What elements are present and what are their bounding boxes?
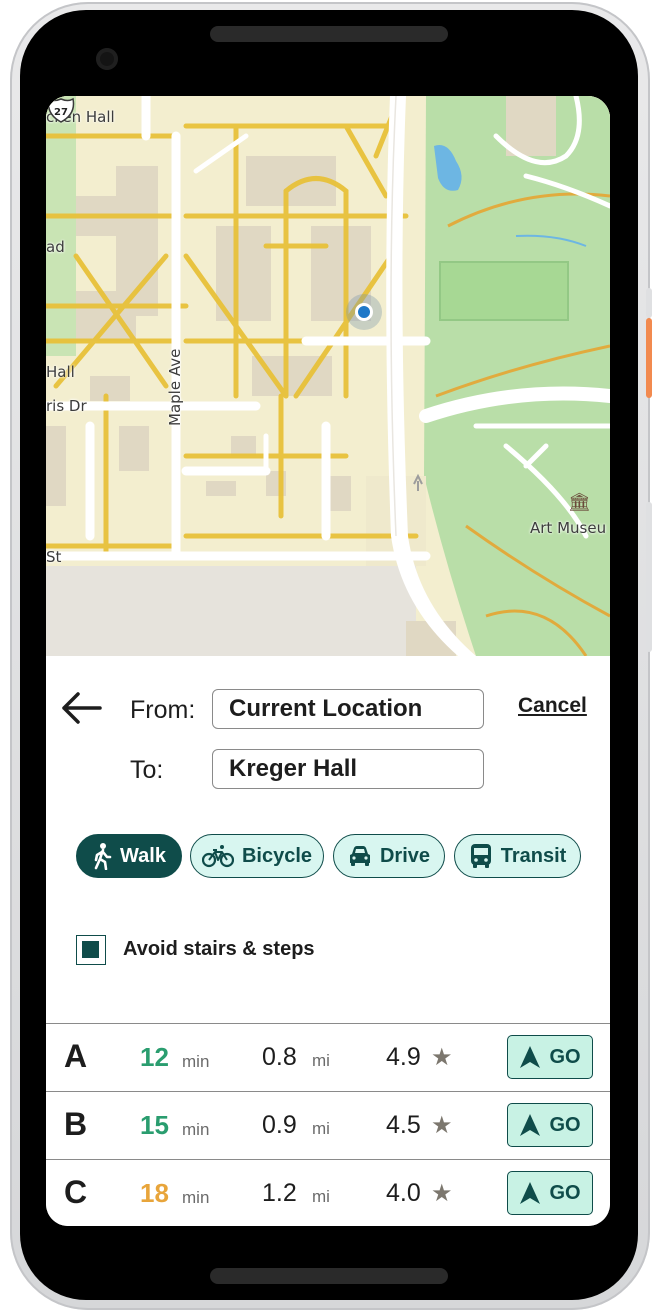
navigation-arrow-icon xyxy=(520,1114,541,1136)
map-label-road: ad xyxy=(46,238,65,256)
route-distance: 0.9 xyxy=(262,1111,297,1139)
go-label: GO xyxy=(549,1181,581,1204)
route-minutes-unit: min xyxy=(182,1052,210,1071)
map-label-maple-ave: Maple Ave xyxy=(166,348,184,426)
route-distance-unit: mi xyxy=(312,1051,330,1070)
route-row-b[interactable]: B 15 min 0.9 mi 4.5 ★ GO xyxy=(46,1091,610,1159)
bottom-speaker xyxy=(210,1268,448,1284)
star-icon: ★ xyxy=(431,1180,453,1207)
go-button-a[interactable]: GO xyxy=(507,1035,593,1079)
cancel-link[interactable]: Cancel xyxy=(518,694,587,718)
map-label-art-museum: Art Museu xyxy=(530,519,607,537)
earpiece-speaker xyxy=(210,26,448,42)
walk-icon xyxy=(94,843,112,870)
mode-drive-button[interactable]: Drive xyxy=(333,834,445,878)
avoid-stairs-label: Avoid stairs & steps xyxy=(123,938,315,960)
route-list: A 12 min 0.8 mi 4.9 ★ GO B 15 min 0.9 mi… xyxy=(46,1023,610,1226)
mode-walk-label: Walk xyxy=(120,844,166,867)
route-row-a[interactable]: A 12 min 0.8 mi 4.9 ★ GO xyxy=(46,1023,610,1091)
mode-drive-label: Drive xyxy=(379,844,431,867)
map-view[interactable]: cken Hall ad Hall ris Dr Maple Ave St Ar… xyxy=(46,96,610,656)
us-highway-shield-icon: 27 xyxy=(47,97,75,123)
back-button[interactable] xyxy=(58,686,104,730)
route-rating: 4.0 xyxy=(386,1179,421,1207)
car-icon xyxy=(349,846,370,866)
route-distance: 1.2 xyxy=(262,1179,297,1207)
mode-transit-button[interactable]: Transit xyxy=(454,834,581,878)
route-letter: B xyxy=(64,1106,88,1142)
go-button-c[interactable]: GO xyxy=(507,1171,593,1215)
side-button xyxy=(646,288,652,318)
back-arrow-icon xyxy=(62,692,102,724)
route-distance-unit: mi xyxy=(312,1119,330,1138)
bus-icon xyxy=(470,844,491,868)
route-minutes: 12 xyxy=(140,1042,169,1072)
go-label: GO xyxy=(549,1045,581,1068)
avoid-stairs-checkbox[interactable] xyxy=(76,935,106,965)
power-button xyxy=(646,318,652,398)
bicycle-icon xyxy=(201,845,234,868)
map-label-street-left: ris Dr xyxy=(46,397,87,415)
route-distance: 0.8 xyxy=(262,1043,297,1071)
to-field[interactable]: Kreger Hall xyxy=(212,749,484,789)
route-letter: A xyxy=(64,1038,88,1074)
map-canvas xyxy=(46,96,610,656)
go-label: GO xyxy=(549,1113,581,1136)
museum-icon[interactable]: 🏛 xyxy=(568,492,591,513)
star-icon: ★ xyxy=(431,1044,453,1071)
current-location-icon xyxy=(346,294,382,330)
from-label: From: xyxy=(130,696,196,724)
route-rating: 4.5 xyxy=(386,1111,421,1139)
mode-walk-button[interactable]: Walk xyxy=(76,834,182,878)
from-field[interactable]: Current Location xyxy=(212,689,484,729)
route-rating: 4.9 xyxy=(386,1043,421,1071)
route-distance-unit: mi xyxy=(312,1187,330,1206)
navigation-arrow-icon xyxy=(520,1046,541,1068)
to-label: To: xyxy=(130,756,164,784)
directions-panel: From: Current Location To: Kreger Hall C… xyxy=(46,656,610,1226)
screen: cken Hall ad Hall ris Dr Maple Ave St Ar… xyxy=(46,96,610,1226)
route-minutes: 15 xyxy=(140,1110,169,1140)
route-letter: C xyxy=(64,1174,88,1210)
front-camera xyxy=(96,48,118,70)
map-label-street-bottom: St xyxy=(46,548,62,566)
map-label-hall-left: Hall xyxy=(46,363,75,381)
navigation-arrow-icon xyxy=(520,1182,541,1204)
mode-transit-label: Transit xyxy=(500,844,567,867)
route-minutes-unit: min xyxy=(182,1120,210,1139)
mode-bicycle-button[interactable]: Bicycle xyxy=(190,834,324,878)
route-minutes: 18 xyxy=(140,1178,169,1208)
star-icon: ★ xyxy=(431,1112,453,1139)
volume-button xyxy=(646,502,652,652)
mode-bicycle-label: Bicycle xyxy=(241,844,313,867)
go-button-b[interactable]: GO xyxy=(507,1103,593,1147)
route-row-c[interactable]: C 18 min 1.2 mi 4.0 ★ GO xyxy=(46,1159,610,1226)
route-minutes-unit: min xyxy=(182,1188,210,1207)
svg-text:27: 27 xyxy=(54,107,68,118)
